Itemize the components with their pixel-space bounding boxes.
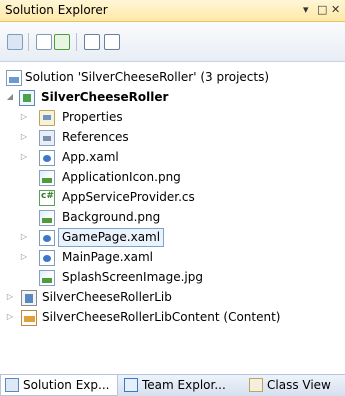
solution-explorer-icon	[5, 378, 19, 392]
tree-item-label: MainPage.xaml	[62, 250, 153, 264]
toolbar-separator	[28, 33, 29, 51]
expand-arrow-icon[interactable]: ▷	[5, 312, 15, 322]
tree-item-label: SplashScreenImage.jpg	[62, 270, 203, 284]
image-file-icon	[39, 210, 55, 226]
tab-team-explorer[interactable]: Team Explor...	[120, 375, 242, 396]
tree-item-app-xaml[interactable]: ▷ App.xaml	[0, 148, 345, 167]
xaml-file-icon	[39, 230, 55, 246]
class-view-icon	[249, 378, 263, 392]
pin-dropdown-icon[interactable]: ▾	[303, 3, 309, 16]
tab-label: Class View	[267, 378, 331, 392]
expand-arrow-icon[interactable]: ▷	[19, 112, 29, 122]
team-explorer-icon	[124, 378, 138, 392]
tree-item-label: References	[62, 130, 129, 144]
tree-item-label: SilverCheeseRoller	[41, 90, 169, 104]
view-designer-icon[interactable]	[104, 34, 120, 50]
tool-window-tabs: Solution Exp... Team Explor... Class Vie…	[0, 374, 345, 396]
library-project-icon	[21, 290, 37, 306]
refresh-icon[interactable]	[54, 34, 70, 50]
tree-item-project[interactable]: ◢ SilverCheeseRoller	[0, 88, 345, 107]
toolbar-separator	[76, 33, 77, 51]
tree-item-label: SilverCheeseRollerLib	[42, 290, 172, 304]
tree-item-splashscreenimage-jpg[interactable]: SplashScreenImage.jpg	[0, 268, 345, 287]
expand-arrow-icon[interactable]: ▷	[5, 292, 15, 302]
properties-icon[interactable]	[7, 34, 23, 50]
show-all-files-icon[interactable]	[36, 34, 52, 50]
tree-item-properties[interactable]: ▷ Properties	[0, 108, 345, 127]
tree-item-gamepage-xaml[interactable]: ▷ GamePage.xaml	[0, 228, 345, 247]
solution-icon	[6, 70, 22, 86]
tree-item-appserviceprovider-cs[interactable]: AppServiceProvider.cs	[0, 188, 345, 207]
tree-item-label-selected: GamePage.xaml	[58, 228, 165, 247]
close-icon[interactable]: ✕	[331, 3, 340, 16]
tree-item-solution[interactable]: Solution 'SilverCheeseRoller' (3 project…	[0, 68, 345, 87]
expand-arrow-icon[interactable]: ▷	[19, 132, 29, 142]
panel-title-bar: Solution Explorer ▾ □ ✕	[0, 0, 345, 22]
tree-item-label: Properties	[62, 110, 123, 124]
csharp-file-icon	[39, 190, 55, 206]
folder-icon	[39, 110, 55, 126]
tree-item-label: Background.png	[62, 210, 161, 224]
toolbar	[0, 22, 345, 62]
tree-item-label: ApplicationIcon.png	[62, 170, 181, 184]
silverlight-project-icon	[19, 90, 35, 106]
xaml-file-icon	[39, 150, 55, 166]
image-file-icon	[39, 170, 55, 186]
expand-arrow-icon[interactable]: ▷	[19, 152, 29, 162]
expand-arrow-icon[interactable]: ▷	[19, 252, 29, 262]
tree-item-mainpage-xaml[interactable]: ▷ MainPage.xaml	[0, 248, 345, 267]
tree-item-label: SilverCheeseRollerLibContent (Content)	[42, 310, 281, 324]
tree-item-silvercheeserollerlibcontent[interactable]: ▷ SilverCheeseRollerLibContent (Content)	[0, 308, 345, 327]
tree-item-applicationicon-png[interactable]: ApplicationIcon.png	[0, 168, 345, 187]
tree-item-label: App.xaml	[62, 150, 119, 164]
references-icon	[39, 130, 55, 146]
tab-label: Solution Exp...	[23, 378, 110, 392]
tree-item-background-png[interactable]: Background.png	[0, 208, 345, 227]
expand-arrow-icon[interactable]: ▷	[19, 232, 29, 242]
content-project-icon	[21, 310, 37, 326]
panel-title: Solution Explorer	[5, 3, 108, 17]
tree-item-references[interactable]: ▷ References	[0, 128, 345, 147]
collapse-arrow-icon[interactable]: ◢	[5, 92, 15, 102]
tree-item-label: Solution 'SilverCheeseRoller' (3 project…	[25, 70, 270, 84]
tab-label: Team Explor...	[142, 378, 226, 392]
image-file-icon	[39, 270, 55, 286]
xaml-file-icon	[39, 250, 55, 266]
tree-item-label: AppServiceProvider.cs	[62, 190, 195, 204]
tree-item-silvercheeserollerlib[interactable]: ▷ SilverCheeseRollerLib	[0, 288, 345, 307]
tab-class-view[interactable]: Class View	[245, 375, 345, 396]
restore-icon[interactable]: □	[317, 3, 327, 16]
view-code-icon[interactable]	[84, 34, 100, 50]
tab-solution-explorer[interactable]: Solution Exp...	[0, 375, 118, 396]
